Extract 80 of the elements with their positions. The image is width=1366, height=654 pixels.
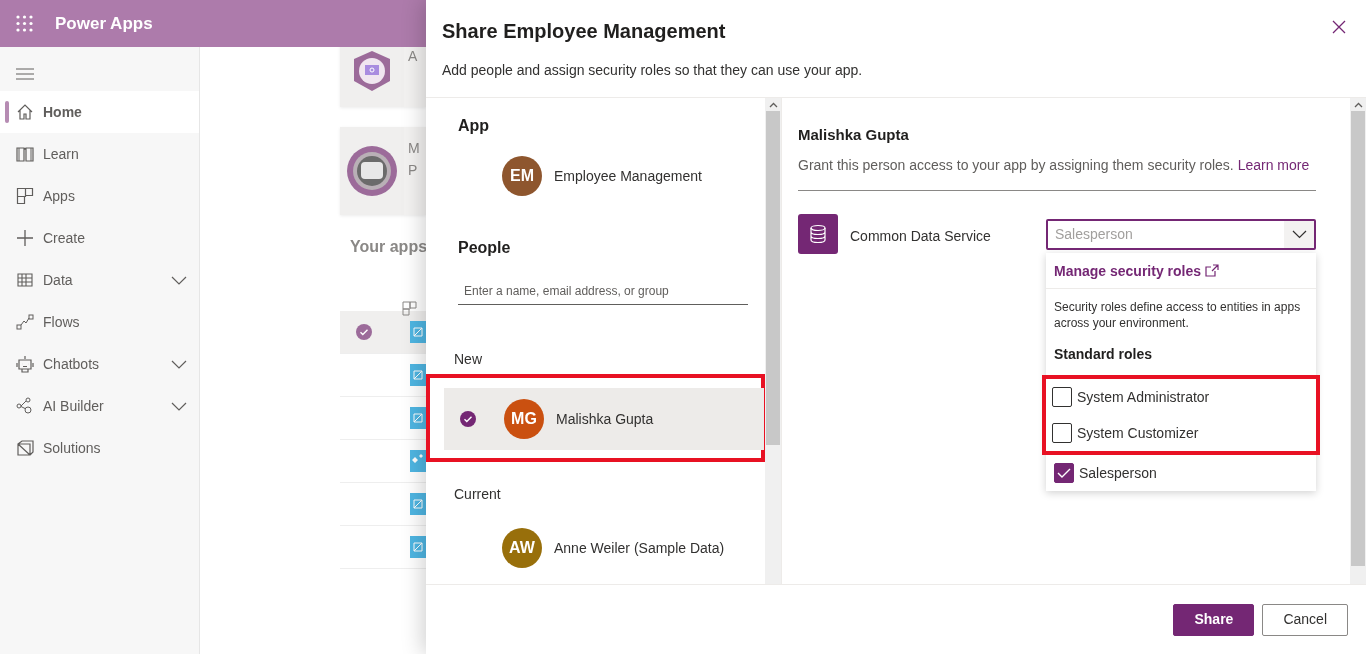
sidebar-item[interactable]: Data (0, 259, 199, 301)
app-launcher-icon[interactable] (16, 15, 33, 32)
app-title: Power Apps (55, 12, 153, 35)
group-label: Current (454, 485, 502, 504)
person-row[interactable]: MG Malishka Gupta (444, 388, 764, 450)
roles-group-heading: Standard roles (1053, 345, 1154, 365)
scrollbar[interactable] (1350, 98, 1366, 584)
sidebar-item-label: Apps (43, 186, 75, 206)
dialog-subtitle: Add people and assign security roles so that they can use your app. (442, 61, 864, 80)
section-heading: People (458, 238, 512, 258)
sidebar-item-label: Solutions (43, 438, 101, 458)
sidebar-item-label: Flows (43, 312, 80, 332)
sidebar-item[interactable]: Home (0, 91, 199, 133)
nodes-icon (16, 397, 34, 415)
dialog-title: Share Employee Management (442, 19, 726, 44)
sidebar-item-label: Learn (43, 144, 79, 164)
external-link-icon (1205, 263, 1220, 277)
chevron-down-icon[interactable] (171, 359, 187, 369)
scroll-up-icon[interactable] (1353, 102, 1363, 108)
cancel-button[interactable]: Cancel (1262, 603, 1348, 636)
robot-icon (16, 355, 34, 373)
sidebar-item[interactable]: AI Builder (0, 385, 199, 427)
section-heading: App (458, 116, 491, 136)
role-option[interactable]: Salesperson (1046, 455, 1316, 492)
sidebar-item[interactable]: Solutions (0, 427, 199, 469)
person-name: Anne Weiler (Sample Data) (554, 538, 725, 558)
scroll-up-icon[interactable] (768, 102, 778, 108)
solutions-icon (16, 439, 34, 457)
close-icon (1332, 20, 1346, 34)
plus-icon (16, 229, 34, 247)
avatar: EM (502, 156, 542, 196)
service-name: Common Data Service (850, 226, 992, 246)
checkbox[interactable] (1054, 463, 1074, 484)
role-option[interactable]: System Administrator (1046, 379, 1316, 416)
chevron-down-icon[interactable] (171, 275, 187, 285)
share-button[interactable]: Share (1173, 603, 1255, 636)
app-name: Employee Management (554, 166, 702, 186)
apps-icon (16, 187, 34, 205)
card-title: A (408, 47, 418, 66)
checkmark-icon (1057, 467, 1071, 480)
database-icon (798, 213, 838, 254)
avatar: AW (502, 528, 542, 568)
sidebar-item[interactable]: Create (0, 217, 199, 259)
description-text: Grant this person access to your app by assigning them security roles. (798, 156, 1234, 173)
apps-icon (402, 300, 417, 316)
manage-roles-link[interactable]: Manage security roles (1046, 252, 1228, 288)
sidebar-item[interactable]: Chatbots (0, 343, 199, 385)
person-heading: Malishka Gupta (798, 125, 910, 145)
sidebar-item[interactable]: Apps (0, 175, 199, 217)
sidebar-item-label: Chatbots (43, 354, 100, 374)
check-circle-icon (460, 411, 476, 427)
sidebar-item-label: Home (43, 102, 82, 122)
checkbox[interactable] (1052, 387, 1072, 408)
sidebar-item-label: AI Builder (43, 396, 104, 416)
book-icon (16, 145, 34, 163)
learn-more-link[interactable]: Learn more (1237, 156, 1310, 173)
screen-badge-icon (346, 145, 398, 197)
table-icon (16, 271, 34, 289)
person-row[interactable]: AW Anne Weiler (Sample Data) (442, 517, 762, 579)
sidebar-item-label: Data (43, 270, 73, 290)
app-icon (410, 407, 426, 429)
person-name: Malishka Gupta (556, 409, 654, 429)
app-row[interactable] (340, 311, 426, 354)
card-subtitle: P (408, 161, 419, 181)
scrollbar[interactable] (765, 98, 781, 584)
role-option[interactable]: System Customizer (1046, 415, 1316, 452)
sidebar-item-label: Create (43, 228, 86, 248)
card-title: M (408, 139, 420, 158)
avatar: MG (504, 399, 544, 439)
flow-icon (16, 313, 34, 331)
section-title: Your apps (350, 237, 428, 257)
home-icon (16, 103, 34, 121)
chevron-down-icon[interactable] (171, 401, 187, 411)
sidebar-item[interactable]: Flows (0, 301, 199, 343)
check-circle-icon (356, 324, 372, 340)
chevron-down-icon[interactable] (1291, 229, 1307, 239)
sidebar-item[interactable]: Learn (0, 133, 199, 175)
group-label: New (454, 350, 483, 369)
roles-info-text: Security roles define access to entities in apps across your environment. (1046, 287, 1316, 333)
checkbox[interactable] (1052, 423, 1072, 444)
